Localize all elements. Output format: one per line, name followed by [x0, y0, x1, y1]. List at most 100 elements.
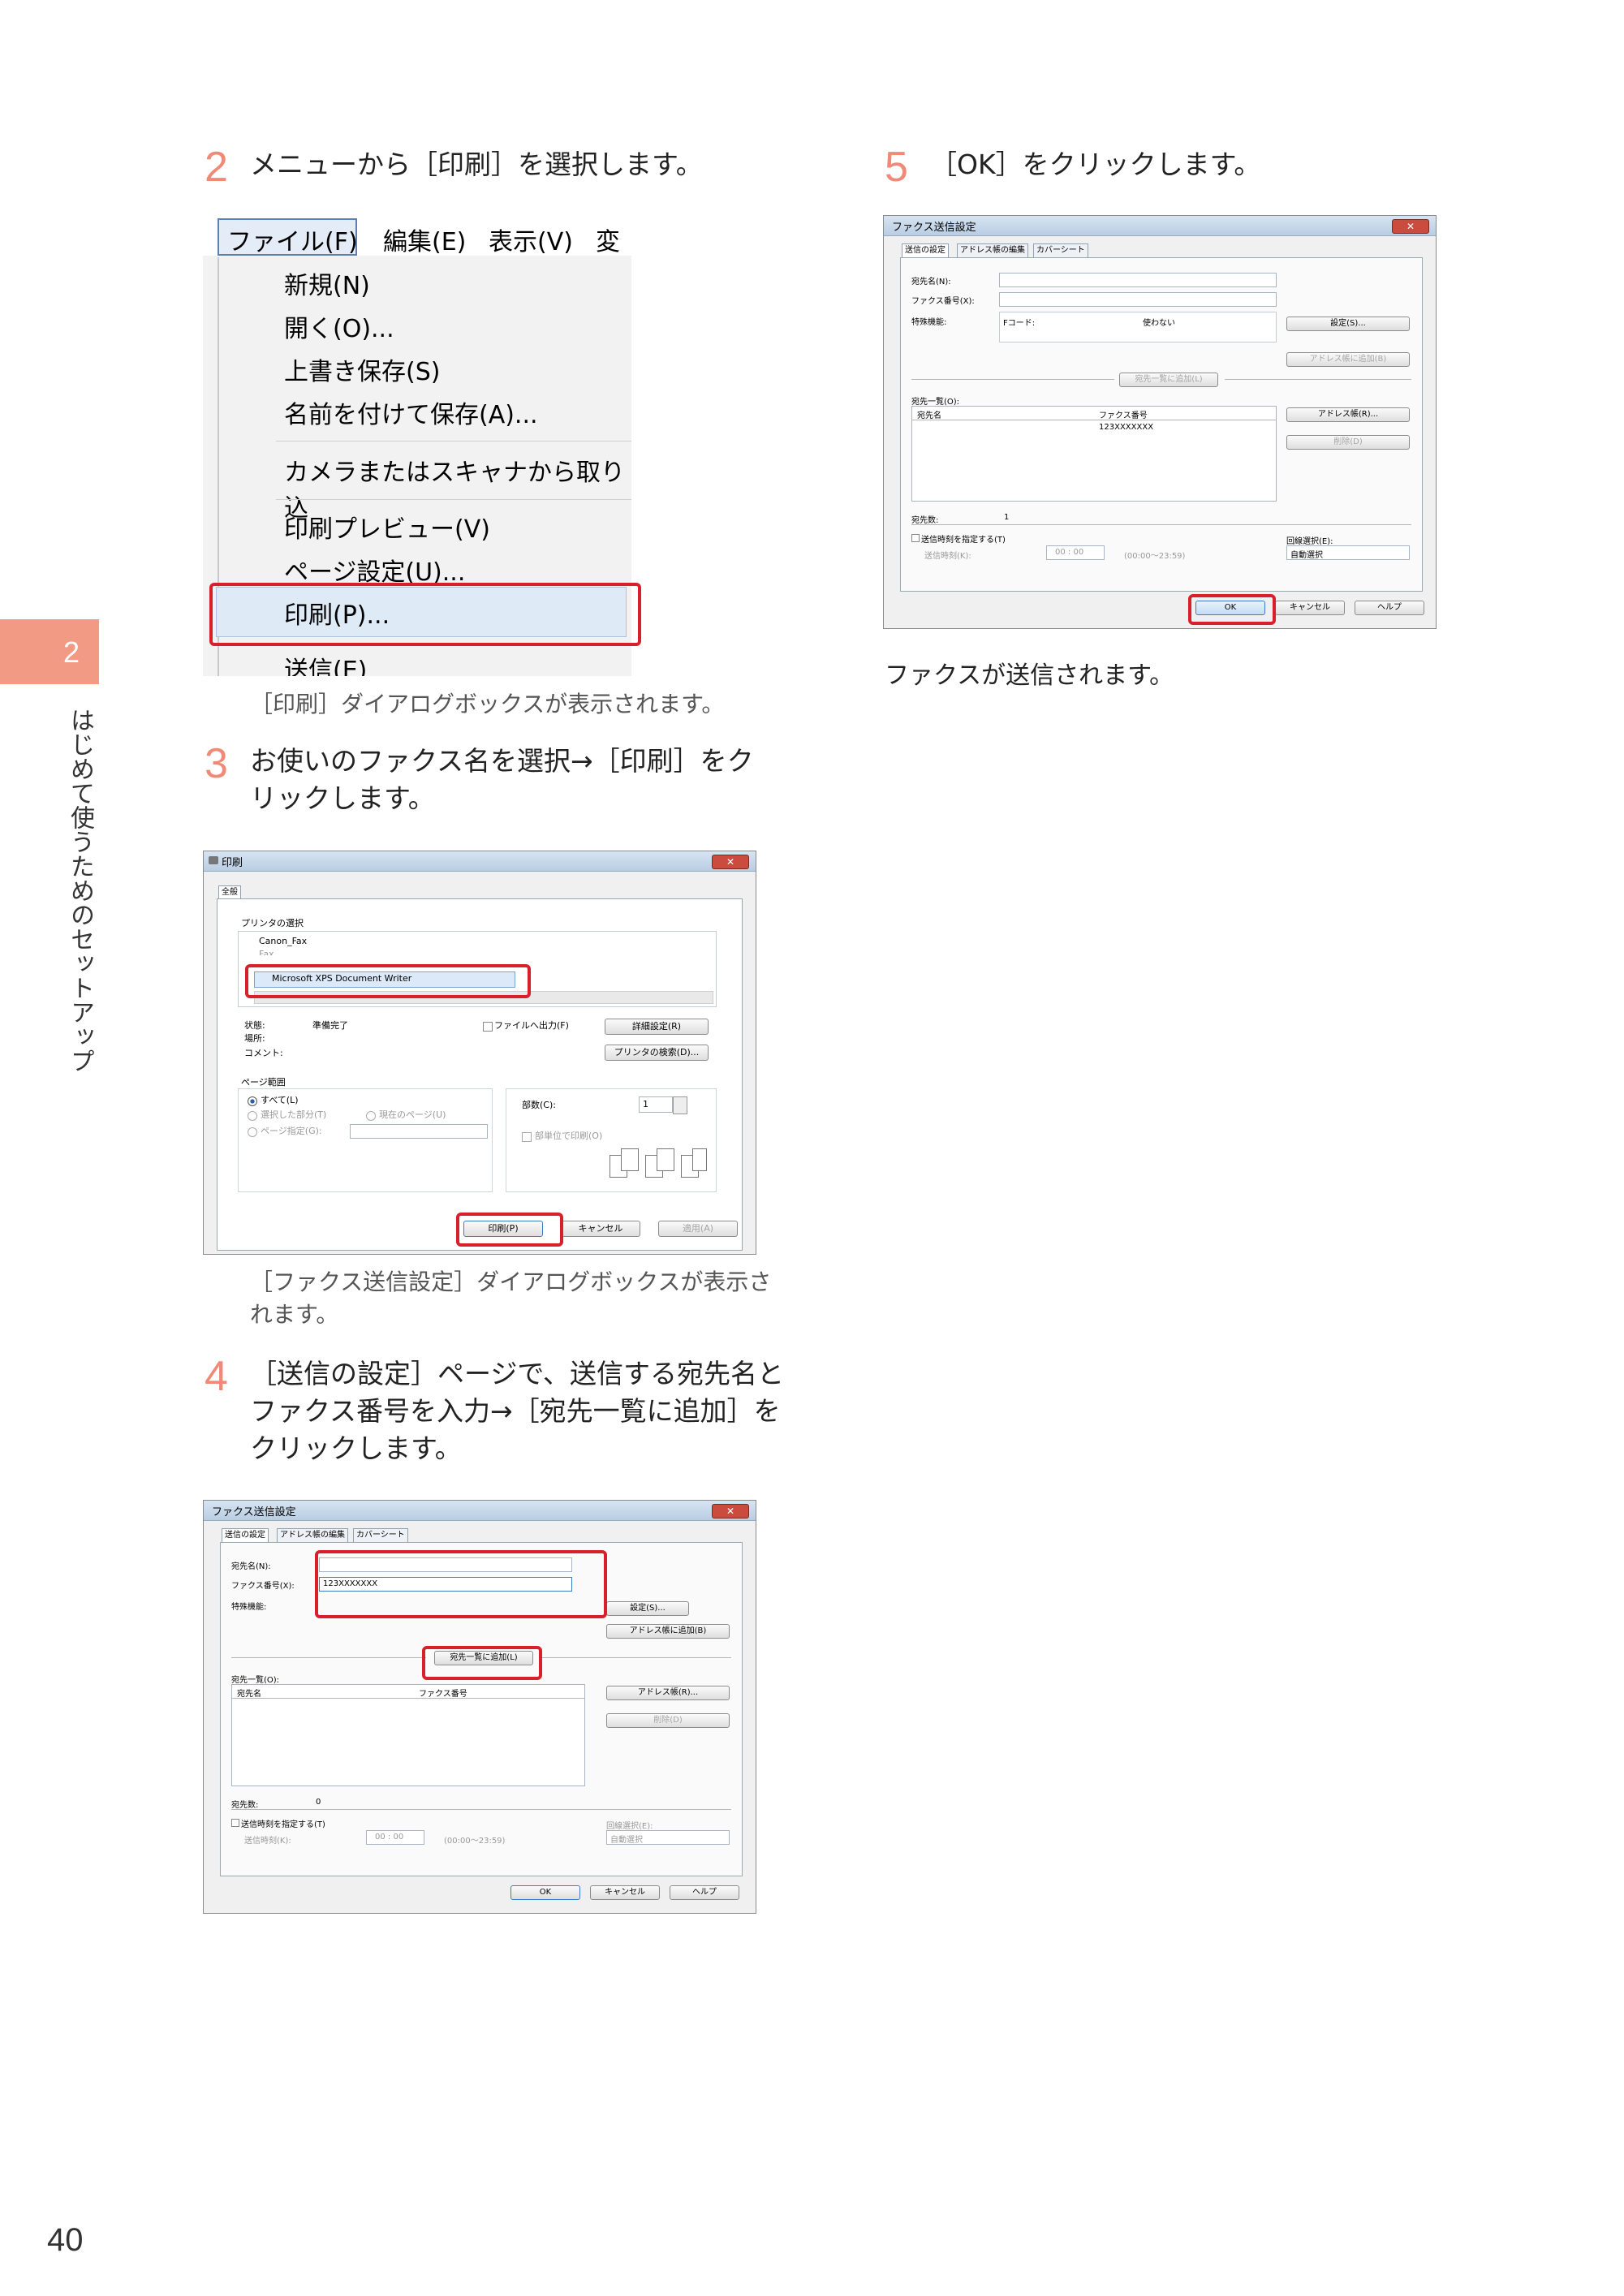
addressbook-button[interactable]: アドレス帳(R)...	[606, 1686, 730, 1700]
print-dialog: 印刷 ✕ 全般 プリンタの選択 Canon_Fax Fax Microsoft …	[203, 851, 756, 1255]
menu-edit[interactable]: 編集(E)	[383, 222, 466, 257]
caption-fax-sent: ファクスが送信されます。	[885, 661, 1174, 690]
line-select[interactable]: 自動選択	[606, 1830, 730, 1845]
step-5-text: ［OK］をクリックします。	[930, 149, 1261, 180]
number-input[interactable]	[999, 292, 1277, 307]
close-button[interactable]: ✕	[1392, 219, 1429, 234]
apply-button[interactable]: 適用(A)	[658, 1221, 738, 1237]
preferences-button[interactable]: 詳細設定(R)	[605, 1019, 709, 1035]
range-current-radio[interactable]	[366, 1111, 376, 1121]
group-range-label: ページ範囲	[241, 1077, 286, 1088]
name-input[interactable]	[999, 273, 1277, 287]
step-2-text: メニューから［印刷］を選択します。	[250, 149, 703, 180]
close-button[interactable]: ✕	[712, 855, 749, 869]
fcode-label: Fコード:	[1003, 319, 1036, 328]
add-addressbook-button[interactable]: アドレス帳に追加(B)	[606, 1624, 730, 1639]
collate-checkbox[interactable]	[522, 1132, 532, 1142]
tab-send-settings[interactable]: 送信の設定	[902, 243, 949, 257]
copies-spinner[interactable]	[673, 1096, 687, 1114]
close-button[interactable]: ✕	[712, 1504, 749, 1518]
addressbook-button[interactable]: アドレス帳(R)...	[1286, 407, 1410, 422]
schedule-label: 送信時刻を指定する(T)	[241, 1820, 325, 1829]
range-pages-radio[interactable]	[248, 1127, 257, 1137]
cancel-button[interactable]: キャンセル	[590, 1885, 660, 1900]
find-printer-button[interactable]: プリンタの検索(D)...	[605, 1045, 709, 1061]
help-button[interactable]: ヘルプ	[670, 1885, 739, 1900]
col-name: 宛先名	[917, 411, 941, 420]
copies-label: 部数(C):	[522, 1100, 556, 1110]
settings-button[interactable]: 設定(S)...	[606, 1601, 689, 1616]
page-number: 40	[47, 2222, 84, 2258]
menu-item-open[interactable]: 開く(O)...	[284, 308, 394, 344]
tab-coversheet[interactable]: カバーシート	[353, 1528, 408, 1542]
count-label: 宛先数:	[911, 516, 939, 525]
help-button[interactable]: ヘルプ	[1355, 601, 1424, 615]
name-label: 宛先名(N):	[231, 1562, 271, 1571]
group-printer-label: プリンタの選択	[241, 918, 304, 928]
time-label: 送信時刻(K):	[924, 552, 971, 561]
line-label: 回線選択(E):	[1286, 537, 1333, 546]
col-name: 宛先名	[237, 1690, 261, 1699]
divider	[911, 524, 1411, 525]
step-5-number: 5	[885, 144, 908, 191]
line-select[interactable]: 自動選択	[1286, 545, 1410, 560]
ok-button[interactable]: OK	[510, 1885, 580, 1900]
menu-divider	[276, 441, 631, 442]
add-list-button[interactable]: 宛先一覧に追加(L)	[1119, 373, 1218, 387]
fax-dialog-title: ファクス送信設定	[212, 1506, 296, 1518]
collate-label: 部単位で印刷(O)	[535, 1131, 603, 1141]
printer-fax[interactable]: Fax	[259, 949, 274, 955]
menu-item-send[interactable]: 送信(E)	[284, 650, 367, 676]
count-value: 1	[1004, 513, 1010, 522]
location-label: 場所:	[244, 1033, 265, 1044]
copies-input[interactable]: 1	[639, 1096, 673, 1113]
list-row-number[interactable]: 123XXXXXXX	[1099, 423, 1153, 432]
time-input[interactable]: 00 : 00	[366, 1830, 424, 1845]
print-dialog-titlebar: 印刷 ✕	[204, 851, 756, 872]
number-label: ファクス番号(X):	[911, 297, 975, 306]
add-addressbook-button[interactable]: アドレス帳に追加(B)	[1286, 352, 1410, 367]
tab-general[interactable]: 全般	[218, 885, 241, 899]
special-label: 特殊機能:	[231, 1603, 267, 1612]
cancel-button[interactable]: キャンセル	[1275, 601, 1345, 615]
print-to-file-checkbox[interactable]	[483, 1022, 493, 1032]
range-selection-radio[interactable]	[248, 1111, 257, 1121]
destination-list[interactable]: 宛先名 ファクス番号	[231, 1684, 585, 1786]
range-all-label: すべて(L)	[261, 1095, 299, 1105]
chapter-tab: 2	[0, 619, 99, 684]
delete-button[interactable]: 削除(D)	[1286, 435, 1410, 450]
menu-item-save[interactable]: 上書き保存(S)	[284, 351, 440, 387]
tab-coversheet[interactable]: カバーシート	[1033, 243, 1088, 257]
time-input[interactable]: 00 : 00	[1046, 545, 1105, 560]
divider	[231, 1657, 426, 1658]
fax-dialog-step5: ファクス送信設定 ✕ 送信の設定 アドレス帳の編集 カバーシート 宛先名(N):…	[883, 215, 1437, 629]
destination-list[interactable]: 宛先名 ファクス番号 123XXXXXXX	[911, 406, 1277, 502]
schedule-checkbox[interactable]	[231, 1819, 239, 1827]
line-value: 自動選択	[610, 1836, 643, 1845]
menu-more[interactable]: 変	[596, 222, 620, 257]
range-current-label: 現在のページ(U)	[379, 1109, 446, 1120]
settings-button[interactable]: 設定(S)...	[1286, 317, 1410, 331]
menu-item-new[interactable]: 新規(N)	[284, 265, 370, 301]
list-label: 宛先一覧(O):	[911, 398, 960, 407]
menu-item-print-preview[interactable]: 印刷プレビュー(V)	[284, 509, 490, 545]
range-pages-label: ページ指定(G):	[261, 1126, 322, 1136]
list-header-line	[232, 1698, 584, 1699]
range-all-radio[interactable]	[248, 1096, 257, 1106]
name-label: 宛先名(N):	[911, 278, 951, 286]
range-selection-label: 選択した部分(T)	[261, 1109, 327, 1120]
cancel-button[interactable]: キャンセル	[561, 1221, 640, 1237]
tab-addressbook[interactable]: アドレス帳の編集	[957, 243, 1028, 257]
tab-addressbook[interactable]: アドレス帳の編集	[277, 1528, 348, 1542]
tab-send-settings[interactable]: 送信の設定	[222, 1528, 269, 1542]
printer-canon-fax[interactable]: Canon_Fax	[259, 936, 307, 947]
menu-item-save-as[interactable]: 名前を付けて保存(A)...	[284, 394, 538, 430]
menu-view[interactable]: 表示(V)	[489, 222, 573, 257]
time-value: 00 : 00	[375, 1833, 404, 1842]
schedule-checkbox[interactable]	[911, 534, 920, 542]
copies-value: 1	[643, 1099, 648, 1109]
delete-button[interactable]: 削除(D)	[606, 1713, 730, 1728]
highlight-print-item	[209, 583, 641, 646]
number-label: ファクス番号(X):	[231, 1582, 295, 1591]
range-pages-input[interactable]	[350, 1124, 488, 1139]
